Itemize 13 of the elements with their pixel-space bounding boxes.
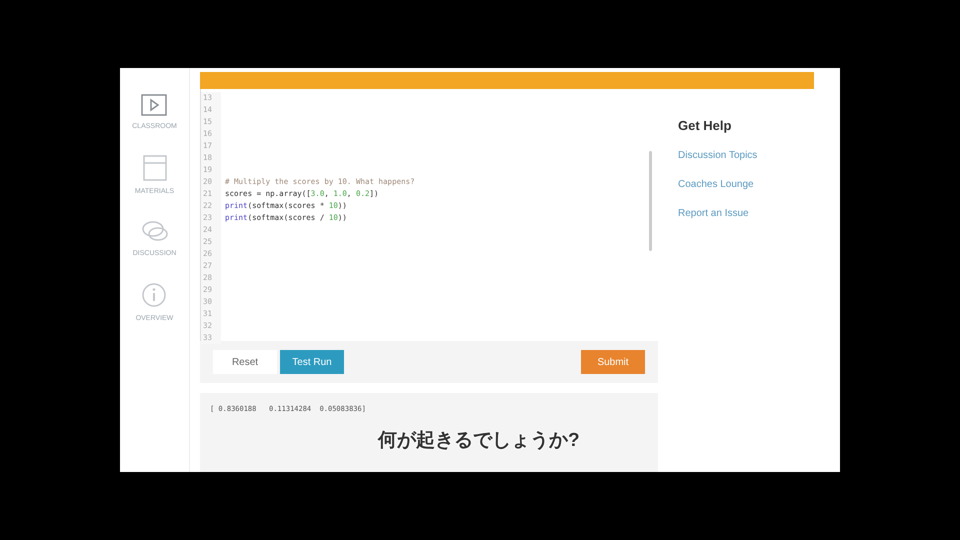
info-icon [141, 282, 168, 308]
video-caption: 何が起きるでしょうか? [378, 428, 581, 452]
reset-button[interactable]: Reset [213, 350, 277, 374]
help-link[interactable]: Discussion Topics [678, 148, 840, 162]
help-title: Get Help [678, 117, 732, 135]
book-icon [142, 154, 166, 180]
scrollbar[interactable] [649, 151, 652, 251]
play-icon [141, 94, 168, 116]
help-link[interactable]: Coaches Lounge [678, 176, 840, 192]
run-button[interactable]: Test Run [280, 350, 344, 374]
submit-button[interactable]: Submit [581, 350, 645, 374]
chat-icon [140, 219, 168, 243]
help-link[interactable]: Report an Issue [678, 206, 840, 220]
